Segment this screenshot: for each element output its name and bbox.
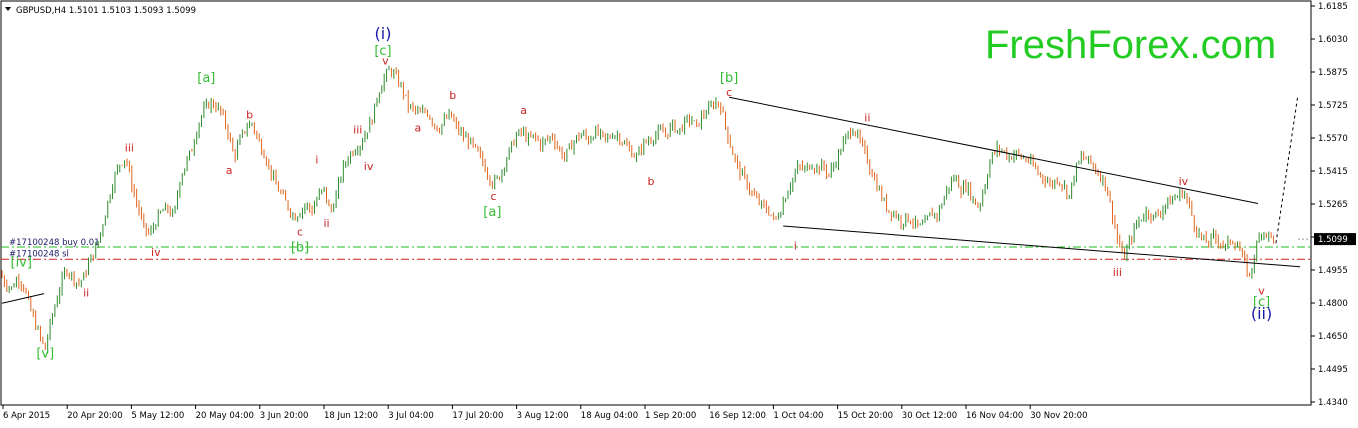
x-tick-label: 5 May 12:00: [131, 411, 184, 421]
wave-label: [a]: [197, 71, 215, 86]
x-tick-label: 1 Sep 20:00: [645, 411, 696, 421]
x-tick-label: 18 Jun 12:00: [324, 411, 378, 421]
wave-label: iii: [353, 123, 362, 136]
wave-label: [iv]: [11, 255, 32, 270]
x-tick-label: 18 Aug 04:00: [581, 411, 638, 421]
wave-label: iv: [151, 246, 161, 259]
wave-label: [b]: [291, 240, 309, 255]
wave-label: ii: [323, 217, 329, 230]
buy-order-label: #17100248 buy 0.01: [9, 238, 100, 248]
y-tick-label: 1.6185: [1318, 2, 1348, 12]
y-tick-label: 1.5725: [1318, 101, 1348, 111]
wave-label: b: [246, 108, 253, 121]
wave-label: c: [491, 190, 497, 203]
x-tick-label: 17 Jul 20:00: [452, 411, 503, 421]
wave-label: i: [315, 153, 318, 166]
y-tick-label: 1.4800: [1318, 299, 1348, 309]
wave-label: ii: [864, 112, 870, 125]
wave-label: (i): [375, 24, 392, 43]
wave-label: b: [648, 175, 655, 188]
symbol-header: GBPUSD,H4 1.5101 1.5103 1.5093 1.5099: [16, 6, 196, 16]
x-tick-label: 3 Jul 04:00: [388, 411, 434, 421]
x-tick-label: 20 May 04:00: [196, 411, 254, 421]
y-tick-label: 1.4955: [1318, 266, 1348, 276]
x-tick-label: 3 Aug 12:00: [517, 411, 569, 421]
x-tick-label: 3 Jun 20:00: [260, 411, 309, 421]
y-tick-label: 1.4495: [1318, 365, 1348, 375]
wave-label: ii: [83, 287, 89, 300]
wave-label: i: [794, 239, 797, 252]
wave-label: c: [297, 225, 303, 238]
x-tick-label: 30 Oct 12:00: [902, 411, 957, 421]
x-tick-label: 20 Apr 20:00: [67, 411, 122, 421]
y-tick-label: 1.5265: [1318, 200, 1348, 210]
wave-label: [a]: [483, 205, 501, 220]
wave-label: c: [726, 86, 732, 99]
wave-label: (ii): [1251, 304, 1272, 323]
y-tick-label: 1.5570: [1318, 134, 1348, 144]
wave-label: iii: [125, 142, 134, 155]
x-tick-label: 1 Oct 04:00: [773, 411, 823, 421]
y-tick-label: 1.4340: [1318, 398, 1348, 408]
x-tick-label: 6 Apr 2015: [3, 411, 50, 421]
wave-label: a: [520, 104, 527, 117]
price-chart[interactable]: GBPUSD,H4 1.5101 1.5103 1.5093 1.5099 Fr…: [0, 0, 1358, 424]
y-tick-label: 1.6030: [1318, 35, 1348, 45]
wave-label: iv: [364, 160, 374, 173]
x-tick-label: 16 Sep 12:00: [709, 411, 766, 421]
wave-label: [b]: [720, 71, 738, 86]
y-tick-label: 1.5415: [1318, 167, 1348, 177]
x-tick-label: 16 Nov 04:00: [966, 411, 1023, 421]
wave-label: iii: [1113, 266, 1122, 279]
brand-logo-text: FreshForex.com: [985, 23, 1276, 67]
wave-label: a: [226, 164, 233, 177]
wave-label: a: [414, 121, 421, 134]
wave-label: [v]: [36, 347, 54, 362]
y-tick-label: 1.5875: [1318, 68, 1348, 78]
wave-label: iv: [1179, 175, 1189, 188]
wave-label: b: [449, 89, 456, 102]
wave-label: v: [382, 55, 389, 68]
x-tick-label: 30 Nov 20:00: [1030, 411, 1087, 421]
y-tick-label: 1.4650: [1318, 332, 1348, 342]
current-price-label: 1.5099: [1318, 235, 1348, 245]
x-tick-label: 15 Oct 20:00: [838, 411, 893, 421]
chart-window: GBPUSD,H4 1.5101 1.5103 1.5093 1.5099 Fr…: [0, 0, 1358, 424]
